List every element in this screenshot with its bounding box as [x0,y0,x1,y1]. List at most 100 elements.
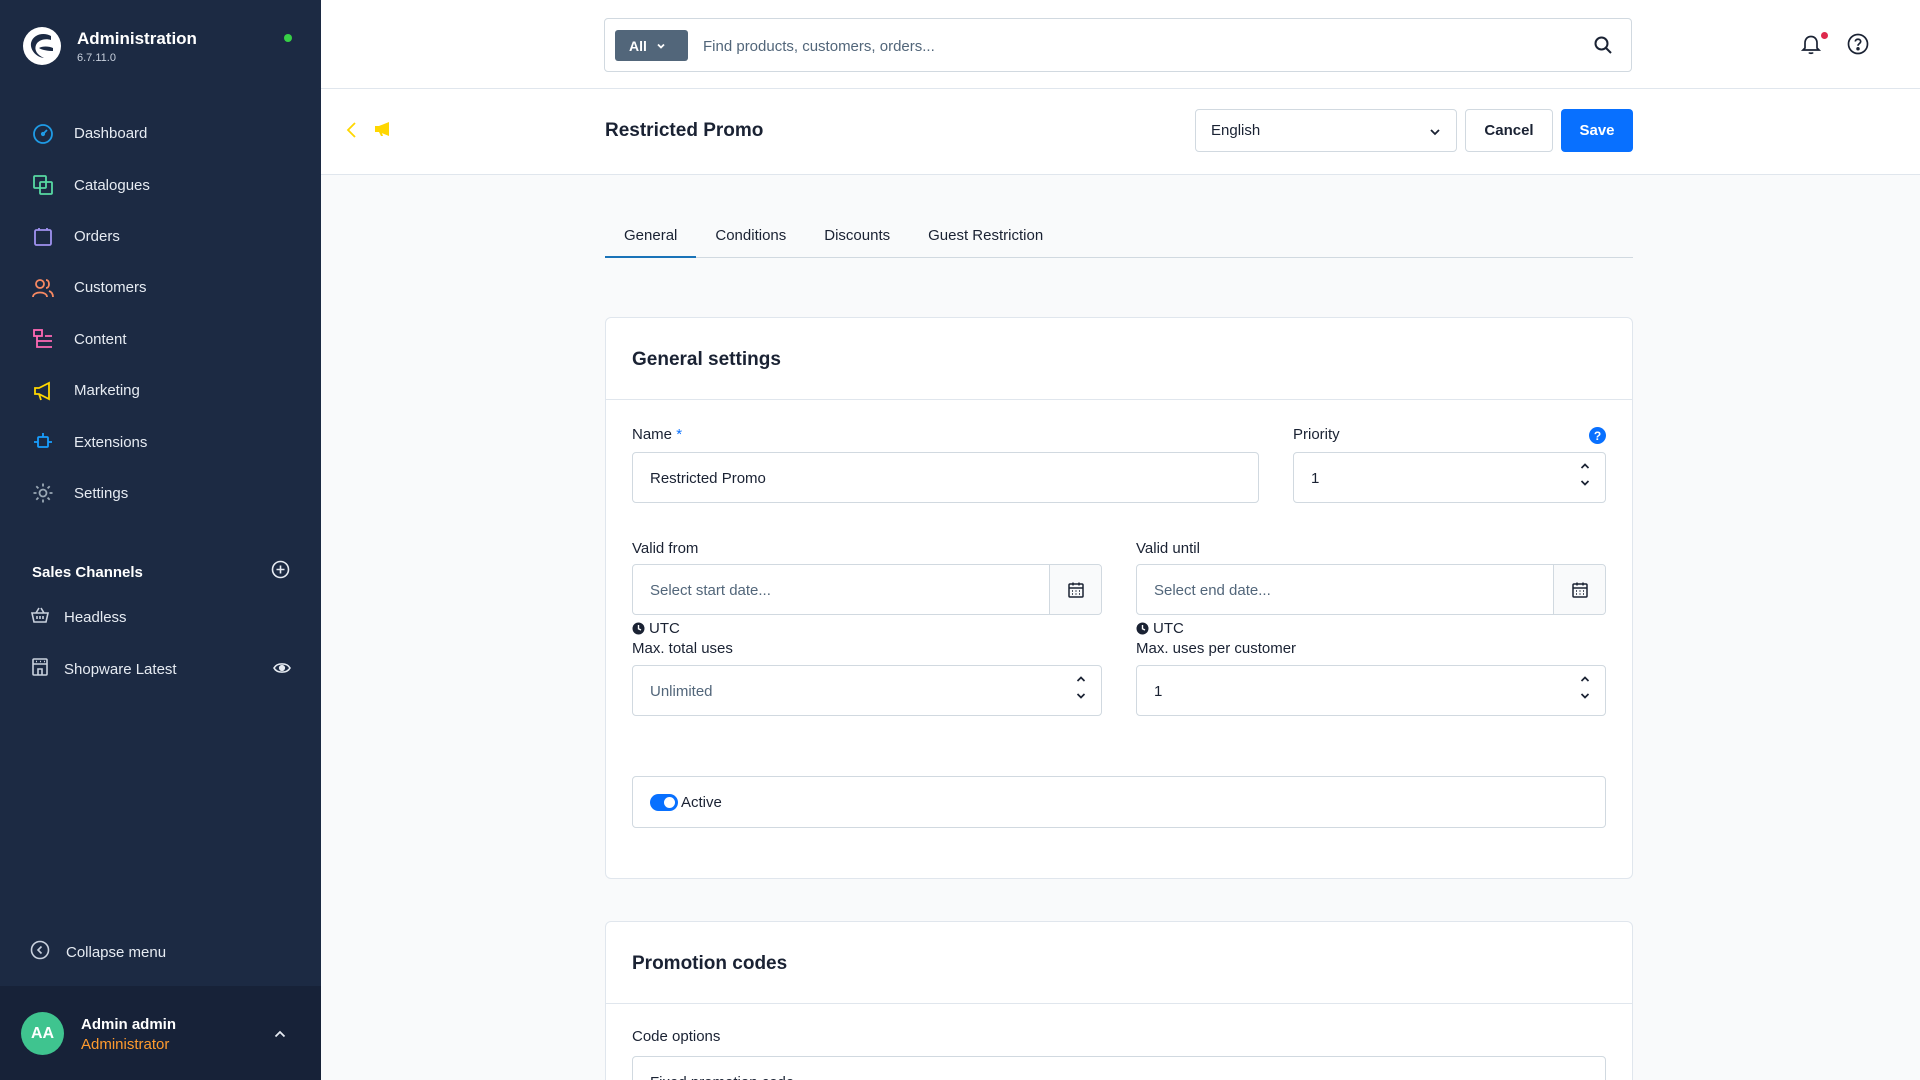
bell-icon[interactable] [1800,33,1822,60]
chevron-up-icon[interactable] [272,1026,288,1047]
clock-icon [1136,622,1149,635]
name-label-text: Name [632,426,673,443]
sidebar-item-dashboard[interactable]: Dashboard [0,108,321,159]
sidebar-item-extensions[interactable]: Extensions [0,416,321,467]
code-options-value[interactable] [650,1070,1428,1080]
chevron-left-icon[interactable] [345,120,359,145]
valid-from-calendar-button[interactable] [1049,565,1101,614]
tab-conditions[interactable]: Conditions [696,217,805,257]
priority-input[interactable] [1311,466,1560,490]
valid-until-input[interactable] [1154,578,1529,602]
code-options-label: Code options [632,1028,721,1045]
avatar: AA [21,1012,64,1055]
chevron-left-circle-icon [30,940,50,965]
chevron-up-icon[interactable] [1579,673,1591,685]
calendar-icon [1067,582,1084,598]
marketing-icon [374,121,394,144]
tab-discounts[interactable]: Discounts [805,217,909,257]
tab-guest-restriction[interactable]: Guest Restriction [909,217,1062,257]
priority-stepper[interactable] [1579,460,1591,489]
clock-icon [632,622,645,635]
sidebar-item-label: Dashboard [74,125,148,143]
promotion-codes-card: Promotion codes Code options [605,921,1633,1080]
valid-until-label: Valid until [1136,540,1200,557]
storefront-icon [30,657,50,682]
language-select-value: English [1211,122,1261,139]
chevron-down-icon[interactable] [1075,690,1087,702]
chevron-down-icon[interactable] [1579,477,1591,489]
sidebar-item-catalogues[interactable]: Catalogues [0,159,321,210]
max-uses-per-customer-label: Max. uses per customer [1136,640,1297,657]
sidebar-item-marketing[interactable]: Marketing [0,365,321,416]
user-name: Admin admin [81,1016,177,1033]
brand[interactable]: Administration 6.7.11.0 [22,26,197,66]
sales-channel-label: Shopware Latest [64,660,177,678]
active-toggle[interactable] [650,793,678,811]
add-sales-channel-icon[interactable] [271,560,290,584]
max-total-uses-label: Max. total uses [632,640,733,657]
notification-badge [1821,32,1828,39]
main-nav: Dashboard Catalogues Orders Customers Co… [0,108,321,519]
sidebar-item-settings[interactable]: Settings [0,468,321,519]
save-button[interactable]: Save [1561,109,1633,152]
shopware-logo-icon [23,27,61,65]
chevron-up-icon[interactable] [1579,460,1591,472]
valid-from-input[interactable] [650,578,1025,602]
sidebar-item-orders[interactable]: Orders [0,211,321,262]
search-type-label: All [629,37,647,54]
search-icon[interactable] [1593,35,1613,60]
sidebar-item-customers[interactable]: Customers [0,262,321,313]
cancel-button[interactable]: Cancel [1465,109,1553,152]
chevron-down-icon[interactable] [1579,690,1591,702]
dashboard-icon [30,121,56,147]
max-uses-per-customer-input[interactable] [1154,679,1529,703]
page-header: Restricted Promo English Cancel Save [321,89,1920,175]
general-settings-card: General settings Name * Priority ? Valid… [605,317,1633,879]
valid-until-timezone: UTC [1136,620,1184,637]
customers-icon [30,275,56,301]
priority-label: Priority [1293,426,1340,443]
required-marker: * [676,426,683,443]
chevron-up-icon[interactable] [1075,673,1087,685]
sales-channel-shopware-latest[interactable]: Shopware Latest [0,643,321,694]
top-bar: All [321,0,1920,89]
eye-icon[interactable] [273,659,291,682]
app-title: Administration [77,28,197,48]
valid-until-calendar-button[interactable] [1553,565,1605,614]
sidebar-item-content[interactable]: Content [0,314,321,365]
sidebar-item-label: Content [74,330,127,348]
active-label: Active [681,793,722,811]
card-title: General settings [606,318,1632,400]
collapse-menu-button[interactable]: Collapse menu [30,940,166,965]
card-title: Promotion codes [606,922,1632,1004]
marketing-icon [30,378,56,404]
sales-channel-headless[interactable]: Headless [0,592,321,643]
valid-from-field [632,564,1102,615]
sales-channels-list: Headless Shopware Latest [0,592,321,695]
search-input[interactable] [703,34,1563,58]
max-uses-per-customer-field [1136,665,1606,716]
language-select[interactable]: English [1195,109,1457,152]
active-toggle-field: Active [632,776,1606,828]
max-total-uses-stepper[interactable] [1075,673,1087,702]
sales-channel-label: Headless [64,609,127,627]
max-total-uses-input[interactable] [650,679,1025,703]
help-icon[interactable] [1847,33,1869,60]
sales-channels-title: Sales Channels [32,563,143,581]
max-uses-per-customer-stepper[interactable] [1579,673,1591,702]
status-indicator [284,34,292,42]
timezone-label: UTC [1153,620,1184,637]
sidebar-item-label: Orders [74,227,120,245]
search-type-dropdown[interactable]: All [615,30,688,61]
tab-general[interactable]: General [605,217,697,258]
page-title: Restricted Promo [605,120,764,141]
code-options-select[interactable] [632,1056,1606,1080]
help-icon[interactable]: ? [1589,427,1606,444]
user-menu[interactable]: AA Admin admin Administrator [0,986,321,1080]
app-version: 6.7.11.0 [77,51,116,64]
sidebar-item-label: Extensions [74,433,148,451]
name-input[interactable] [650,466,1150,490]
name-field [632,452,1259,503]
content-icon [30,326,56,352]
chevron-down-icon [657,43,665,49]
